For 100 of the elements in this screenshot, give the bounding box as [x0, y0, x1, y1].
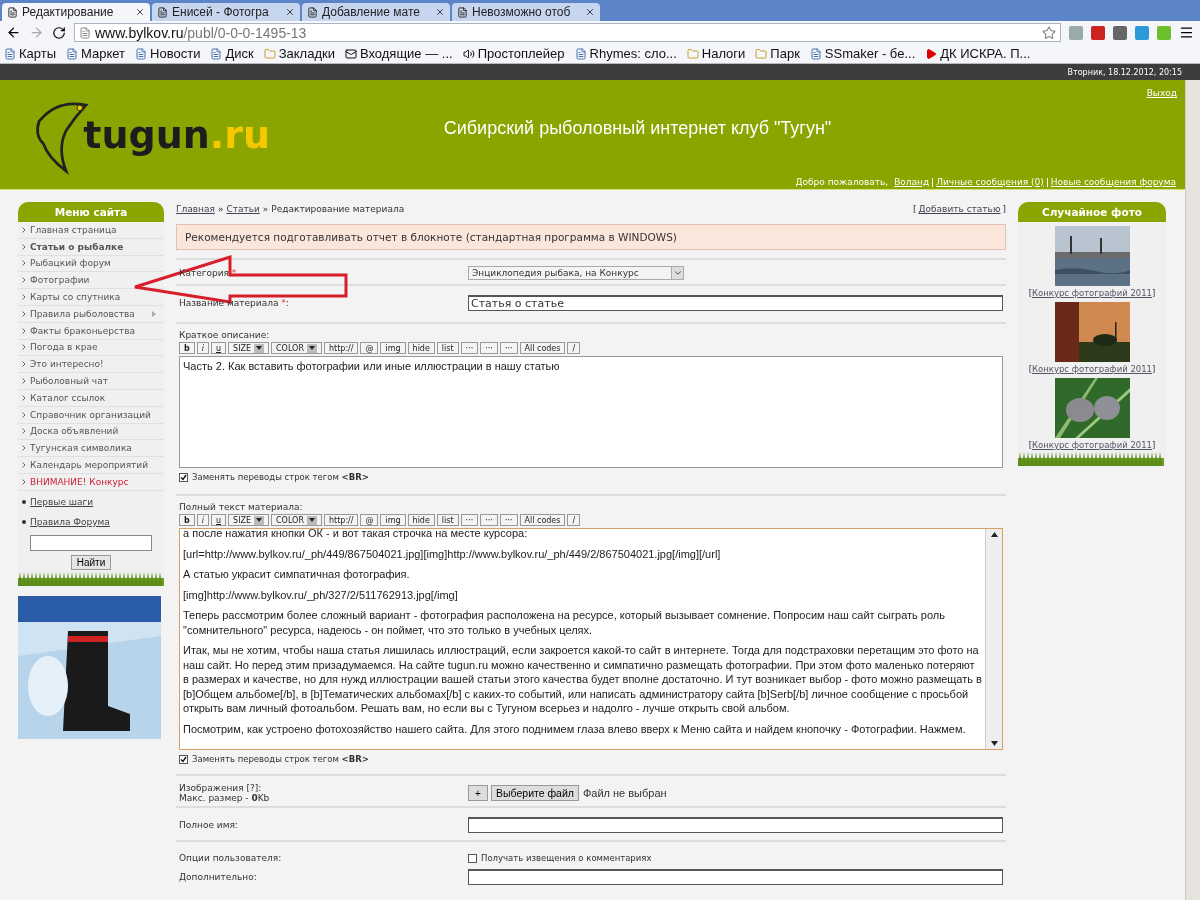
- format-button[interactable]: hide: [407, 514, 435, 526]
- format-button[interactable]: ···: [460, 342, 479, 354]
- bookmark[interactable]: Закладки: [263, 46, 335, 61]
- menu-item[interactable]: Рыболовный чат: [30, 376, 108, 387]
- format-button[interactable]: u: [210, 514, 227, 526]
- format-button[interactable]: list: [436, 514, 459, 526]
- format-button[interactable]: /: [567, 514, 581, 526]
- bookmark[interactable]: Карты: [4, 46, 57, 61]
- bookmark[interactable]: Диск: [210, 46, 254, 61]
- choose-file-button[interactable]: Выберите файл: [491, 785, 579, 801]
- bookmark[interactable]: Маркет: [66, 46, 126, 61]
- menu-item[interactable]: Факты браконьерства: [30, 325, 136, 336]
- browser-tab[interactable]: Добавление мате: [302, 3, 450, 21]
- format-button[interactable]: img: [380, 514, 406, 526]
- sidebar-link[interactable]: Первые шаги: [30, 496, 94, 507]
- extension-icon[interactable]: [1135, 25, 1149, 40]
- article-text-field[interactable]: [179, 528, 1003, 750]
- menu-item[interactable]: Правила рыболовства: [30, 308, 135, 319]
- text-paragraph: [url=http://www.bylkov.ru/_ph/449/867504021.jpg][img]http://www.bylkov.ru/_ph/449/2/867504021.jpg[/img][/url]: [183, 546, 722, 561]
- search-button[interactable]: Найти: [70, 554, 112, 570]
- format-button[interactable]: i: [196, 342, 209, 354]
- format-button[interactable]: list: [436, 342, 459, 354]
- scroll-down-icon[interactable]: [990, 741, 998, 746]
- format-button[interactable]: i: [196, 514, 209, 526]
- description-field[interactable]: Часть 2. Как вставить фотографии или иные иллюстрации в нашу статью: [179, 356, 1003, 468]
- format-select[interactable]: SIZE: [228, 342, 270, 354]
- format-button[interactable]: ···: [480, 342, 498, 354]
- format-select[interactable]: COLOR: [271, 514, 322, 526]
- address-field[interactable]: www.bylkov.ru/publ/0-0-0-1495-13: [74, 23, 1061, 42]
- caret-icon: [256, 346, 263, 350]
- add-article-link[interactable]: Добавить статью: [918, 204, 1001, 214]
- bookmark[interactable]: Налоги: [686, 46, 746, 61]
- format-button[interactable]: b: [179, 342, 195, 354]
- format-button[interactable]: img: [380, 342, 406, 354]
- browser-tab[interactable]: Енисей - Фотогра: [152, 3, 300, 21]
- checkbox[interactable]: [179, 754, 188, 764]
- menu-icon[interactable]: [1179, 25, 1194, 40]
- menu-item[interactable]: Статьи о рыбалке: [30, 241, 124, 252]
- category-select[interactable]: Энциклопедия рыбака, на Конкурс: [468, 266, 684, 280]
- menu-item[interactable]: Рыбацкий форум: [30, 258, 111, 269]
- menu-item[interactable]: Карты со спутника: [30, 292, 121, 303]
- star-icon[interactable]: [1042, 25, 1056, 40]
- format-button[interactable]: hide: [407, 342, 435, 354]
- format-button[interactable]: b: [179, 514, 195, 526]
- format-button[interactable]: u: [210, 342, 227, 354]
- menu-item[interactable]: ВНИМАНИЕ! Конкурс: [30, 476, 129, 487]
- format-button[interactable]: @: [360, 342, 379, 354]
- menu-item[interactable]: Погода в крае: [30, 342, 98, 353]
- format-button[interactable]: ···: [499, 342, 518, 354]
- bookmark[interactable]: ДК ИСКРА. П...: [925, 46, 1031, 61]
- menu-item[interactable]: Справочник организаций: [30, 409, 151, 420]
- format-button[interactable]: @: [360, 514, 379, 526]
- search-field[interactable]: [30, 534, 152, 551]
- checkbox[interactable]: [179, 472, 188, 482]
- format-button[interactable]: ···: [499, 514, 518, 526]
- bookmark[interactable]: Парк: [755, 46, 800, 61]
- scroll-up-icon[interactable]: [990, 532, 998, 537]
- browser-tab[interactable]: Невозможно отоб: [452, 3, 600, 21]
- browser-tab[interactable]: Редактирование: [2, 3, 150, 21]
- extra-field[interactable]: [468, 869, 1003, 885]
- add-button[interactable]: +: [468, 785, 488, 801]
- format-button[interactable]: http://: [323, 514, 359, 526]
- close-icon[interactable]: [435, 7, 445, 17]
- menu-item[interactable]: Календарь мероприятий: [30, 460, 149, 471]
- menu-item[interactable]: Главная страница: [30, 224, 117, 235]
- breadcrumb-link[interactable]: Статьи: [226, 204, 260, 214]
- chevron-icon: [22, 462, 26, 469]
- name-field[interactable]: [468, 817, 1003, 833]
- close-icon[interactable]: [285, 7, 295, 17]
- chevron-icon: [22, 478, 26, 485]
- reload-icon[interactable]: [52, 25, 66, 40]
- menu-item[interactable]: Каталог ссылок: [30, 392, 106, 403]
- extension-icon[interactable]: [1113, 25, 1127, 40]
- menu-item[interactable]: Доска объявлений: [30, 426, 119, 437]
- format-button[interactable]: /: [567, 342, 581, 354]
- extension-icon[interactable]: [1091, 25, 1105, 40]
- format-button[interactable]: http://: [323, 342, 359, 354]
- format-select[interactable]: SIZE: [228, 514, 270, 526]
- format-button[interactable]: All codes: [519, 514, 566, 526]
- menu-item[interactable]: Тугунская символика: [30, 443, 132, 454]
- format-button[interactable]: All codes: [519, 342, 566, 354]
- format-select[interactable]: COLOR: [271, 342, 322, 354]
- breadcrumb-current: Редактирование материала: [271, 204, 405, 214]
- checkbox[interactable]: [468, 853, 477, 863]
- menu-item[interactable]: Фотографии: [30, 275, 90, 286]
- breadcrumb-link[interactable]: Главная: [176, 204, 215, 214]
- close-icon[interactable]: [135, 7, 145, 17]
- title-field[interactable]: Статья о статье: [468, 295, 1003, 311]
- bookmark[interactable]: Входящие — ...: [344, 46, 453, 61]
- menu-item[interactable]: Это интересно!: [30, 359, 104, 370]
- bookmark[interactable]: SSmaker - бе...: [809, 46, 916, 61]
- format-button[interactable]: ···: [480, 514, 498, 526]
- bookmark[interactable]: Rhymes: сло...: [574, 46, 677, 61]
- sidebar-link[interactable]: Правила Форума: [30, 516, 110, 527]
- bookmark[interactable]: Новости: [135, 46, 201, 61]
- close-icon[interactable]: [585, 7, 595, 17]
- format-button[interactable]: ···: [460, 514, 479, 526]
- bookmark[interactable]: Простоплейер: [462, 46, 565, 61]
- back-icon[interactable]: [6, 25, 21, 40]
- page-icon: [66, 47, 79, 60]
